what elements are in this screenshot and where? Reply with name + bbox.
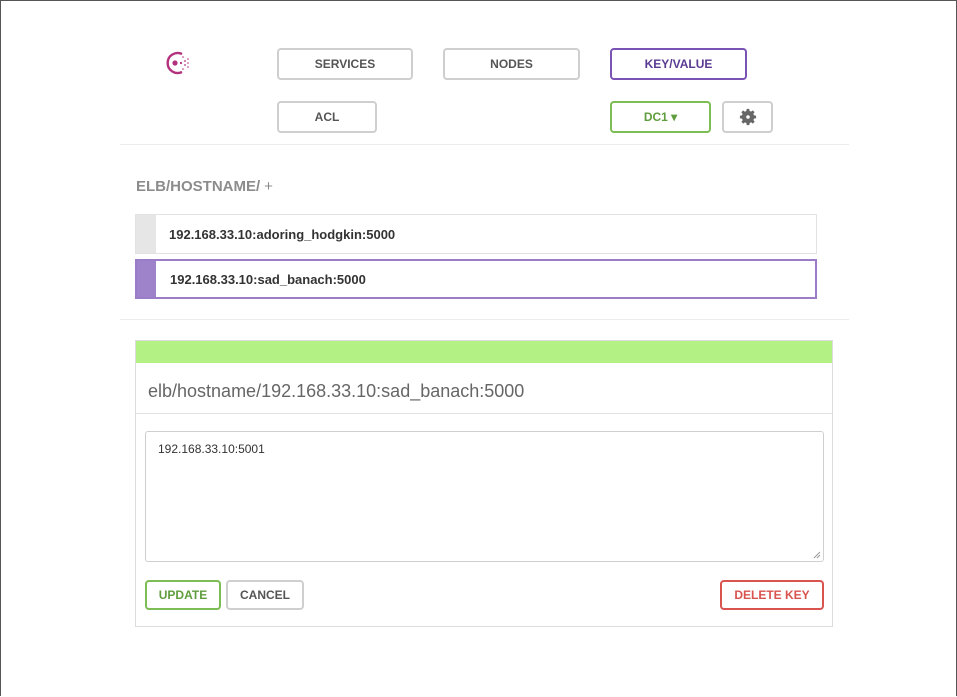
consul-logo-icon[interactable] bbox=[163, 50, 193, 76]
breadcrumb: ELB/HOSTNAME/+ bbox=[136, 178, 273, 195]
nav-nodes-button[interactable]: NODES bbox=[443, 48, 580, 80]
key-list-item[interactable]: 192.168.33.10:adoring_hodgkin:5000 bbox=[135, 214, 817, 254]
panel-status-header bbox=[136, 341, 832, 363]
key-label: 192.168.33.10:sad_banach:5000 bbox=[170, 271, 366, 287]
nav-services-button[interactable]: SERVICES bbox=[277, 48, 413, 80]
key-value-textarea[interactable]: 192.168.33.10:5001 bbox=[145, 431, 824, 562]
divider bbox=[120, 144, 849, 145]
divider bbox=[120, 319, 849, 320]
key-value-text: 192.168.33.10:5001 bbox=[158, 442, 265, 456]
panel-divider bbox=[136, 413, 832, 414]
breadcrumb-path[interactable]: ELB/HOSTNAME/ bbox=[136, 178, 260, 195]
delete-key-button[interactable]: DELETE KEY bbox=[720, 580, 824, 610]
key-status-bar bbox=[137, 261, 156, 297]
key-list-item-selected[interactable]: 192.168.33.10:sad_banach:5000 bbox=[135, 259, 817, 299]
key-editor-panel: elb/hostname/192.168.33.10:sad_banach:50… bbox=[135, 340, 833, 627]
key-path-title: elb/hostname/192.168.33.10:sad_banach:50… bbox=[148, 381, 525, 401]
datacenter-dropdown[interactable]: DC1 ▾ bbox=[610, 101, 711, 133]
resize-handle-icon[interactable] bbox=[813, 551, 821, 559]
add-key-link[interactable]: + bbox=[264, 178, 273, 195]
nav-keyvalue-button[interactable]: KEY/VALUE bbox=[610, 48, 747, 80]
nav-acl-button[interactable]: ACL bbox=[277, 101, 377, 133]
key-status-bar bbox=[136, 215, 156, 253]
settings-button[interactable] bbox=[722, 101, 773, 133]
gear-icon bbox=[739, 108, 756, 126]
update-button[interactable]: UPDATE bbox=[145, 580, 221, 610]
cancel-button[interactable]: CANCEL bbox=[226, 580, 304, 610]
key-label: 192.168.33.10:adoring_hodgkin:5000 bbox=[169, 226, 396, 242]
